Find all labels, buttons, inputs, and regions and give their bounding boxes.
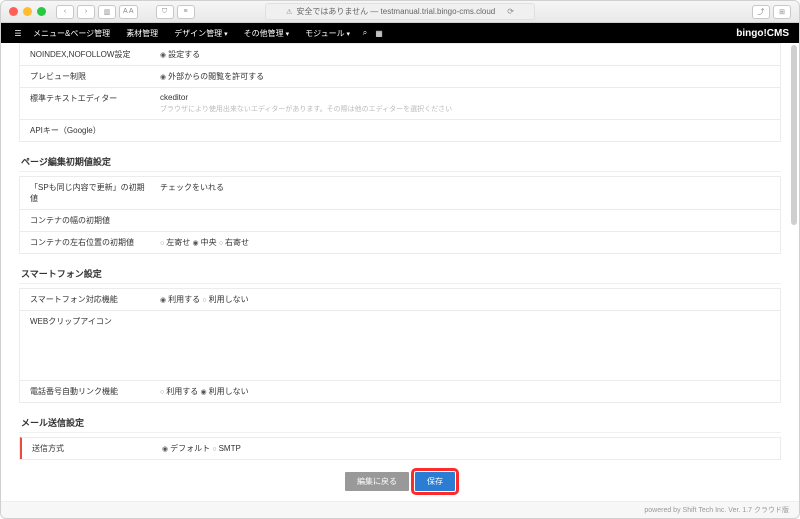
- back-button[interactable]: ‹: [56, 5, 74, 19]
- reload-icon[interactable]: ⟳: [507, 7, 514, 16]
- label: コンテナの左右位置の初期値: [20, 237, 160, 248]
- row-noindex: NOINDEX,NOFOLLOW設定 設定する: [20, 43, 780, 65]
- radio-sp-on[interactable]: 利用する: [160, 295, 200, 304]
- label: スマートフォン対応機能: [20, 294, 160, 305]
- row-tel-link: 電話番号自動リンク機能 利用する 利用しない: [20, 380, 780, 402]
- settings-group-4: 送信方式 デフォルト SMTP: [19, 437, 781, 460]
- radio-tel-off[interactable]: 利用しない: [200, 387, 248, 396]
- app-logo: bingo!CMS: [736, 28, 789, 39]
- label: プレビュー制限: [20, 71, 160, 82]
- label: 標準テキストエディター: [20, 93, 160, 104]
- app-navbar: ☰ メニュー&ページ管理 素材管理 デザイン管理 その他管理 モジュール ⌕ ▦…: [1, 23, 799, 43]
- nav-buttons-2: ⛉ ≡: [156, 5, 195, 19]
- text-size-button[interactable]: A A: [119, 5, 138, 19]
- row-sp-support: スマートフォン対応機能 利用する 利用しない: [20, 288, 780, 310]
- label: WEBクリップアイコン: [20, 316, 160, 327]
- section-smartphone: スマートフォン設定: [19, 264, 781, 284]
- scrollbar[interactable]: [791, 45, 797, 225]
- footer: powered by Shift Tech Inc. Ver. 1.7 クラウド…: [1, 501, 799, 518]
- row-mail-method: 送信方式 デフォルト SMTP: [20, 437, 780, 459]
- address-bar[interactable]: ⚠ 安全ではありません — testmanual.trial.bingo-cms…: [265, 3, 535, 20]
- row-container-width: コンテナの幅の初期値: [20, 209, 780, 231]
- grid-icon[interactable]: ▦: [372, 29, 386, 38]
- radio-align-center[interactable]: 中央: [192, 238, 216, 247]
- row-webclip: WEBクリップアイコン: [20, 310, 780, 380]
- titlebar: ‹ › ▥ A A ⛉ ≡ ⚠ 安全ではありません — testmanual.t…: [1, 1, 799, 23]
- row-editor: 標準テキストエディター ckeditor ブラウザにより使用出来ないエディターが…: [20, 87, 780, 119]
- radio-align-left[interactable]: 左寄せ: [160, 238, 190, 247]
- shield-icon[interactable]: ⛉: [156, 5, 174, 19]
- editor-value: ckeditor: [160, 93, 770, 102]
- label: コンテナの幅の初期値: [20, 215, 160, 226]
- right-buttons: ⤴ ⊞: [752, 5, 791, 19]
- zoom-icon[interactable]: [37, 7, 46, 16]
- label: NOINDEX,NOFOLLOW設定: [20, 49, 160, 60]
- tabs-button[interactable]: ⊞: [773, 5, 791, 19]
- sidebar-button[interactable]: ▥: [98, 5, 116, 19]
- nav-design[interactable]: デザイン管理: [166, 28, 235, 39]
- section-page-defaults: ページ編集初期値設定: [19, 152, 781, 172]
- row-sp-default: 「SPも同じ内容で更新」の初期値 チェックをいれる: [20, 176, 780, 209]
- nav-other[interactable]: その他管理: [236, 28, 297, 39]
- radio-mail-smtp[interactable]: SMTP: [212, 444, 240, 453]
- value: チェックをいれる: [160, 182, 780, 193]
- content-area: NOINDEX,NOFOLLOW設定 設定する プレビュー制限 外部からの閲覧を…: [1, 43, 799, 501]
- radio-align-right[interactable]: 右寄せ: [219, 238, 249, 247]
- label: APIキー（Google）: [20, 125, 160, 136]
- radio-tel-on[interactable]: 利用する: [160, 387, 198, 396]
- address-text: 安全ではありません — testmanual.trial.bingo-cms.c…: [296, 6, 495, 17]
- reader-button[interactable]: ≡: [177, 5, 195, 19]
- row-container-align: コンテナの左右位置の初期値 左寄せ 中央 右寄せ: [20, 231, 780, 253]
- traffic-lights: [9, 7, 46, 16]
- row-apikey: APIキー（Google）: [20, 119, 780, 141]
- settings-group-1: NOINDEX,NOFOLLOW設定 設定する プレビュー制限 外部からの閲覧を…: [19, 43, 781, 142]
- nav-module[interactable]: モジュール: [297, 28, 358, 39]
- settings-group-2: 「SPも同じ内容で更新」の初期値 チェックをいれる コンテナの幅の初期値 コンテ…: [19, 176, 781, 254]
- back-to-edit-button[interactable]: 編集に戻る: [345, 472, 409, 491]
- nav-menu-pages[interactable]: メニュー&ページ管理: [25, 28, 118, 39]
- forward-button[interactable]: ›: [77, 5, 95, 19]
- settings-group-3: スマートフォン対応機能 利用する 利用しない WEBクリップアイコン 電話番号自…: [19, 288, 781, 403]
- browser-window: ‹ › ▥ A A ⛉ ≡ ⚠ 安全ではありません — testmanual.t…: [0, 0, 800, 519]
- save-button[interactable]: 保存: [415, 472, 455, 491]
- row-preview: プレビュー制限 外部からの閲覧を許可する: [20, 65, 780, 87]
- section-mail: メール送信設定: [19, 413, 781, 433]
- label: 送信方式: [22, 443, 162, 454]
- search-icon[interactable]: ⌕: [358, 28, 372, 38]
- radio-noindex-on[interactable]: 設定する: [160, 50, 200, 59]
- button-bar: 編集に戻る 保存: [19, 460, 781, 501]
- nav-materials[interactable]: 素材管理: [118, 28, 166, 39]
- editor-note: ブラウザにより使用出来ないエディターがあります。その際は他のエディターを選択くだ…: [160, 104, 770, 114]
- hamburger-icon[interactable]: ☰: [11, 29, 25, 38]
- radio-preview-allow[interactable]: 外部からの閲覧を許可する: [160, 72, 264, 81]
- lock-icon: ⚠: [286, 8, 292, 16]
- radio-sp-off[interactable]: 利用しない: [202, 295, 248, 304]
- label: 電話番号自動リンク機能: [20, 386, 160, 397]
- nav-buttons: ‹ › ▥ A A: [56, 5, 138, 19]
- minimize-icon[interactable]: [23, 7, 32, 16]
- share-button[interactable]: ⤴: [752, 5, 770, 19]
- label: 「SPも同じ内容で更新」の初期値: [20, 182, 160, 204]
- close-icon[interactable]: [9, 7, 18, 16]
- radio-mail-default[interactable]: デフォルト: [162, 444, 210, 453]
